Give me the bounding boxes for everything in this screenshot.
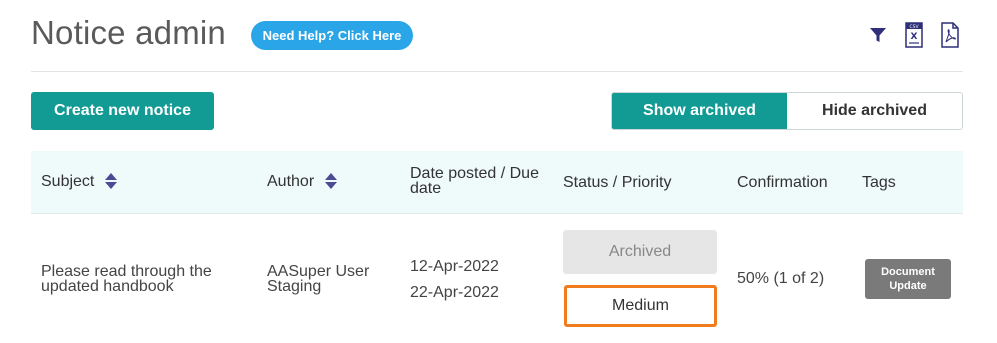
show-archived-button[interactable]: Show archived	[612, 93, 787, 129]
status-badge: Archived	[563, 230, 717, 274]
sort-icon[interactable]	[104, 172, 118, 190]
pdf-export-icon[interactable]	[938, 22, 962, 48]
svg-text:X: X	[911, 32, 918, 42]
confirmation-value: 50% (1 of 2)	[737, 270, 825, 287]
column-label: Author	[267, 173, 315, 191]
column-label: Subject	[41, 173, 95, 191]
header-divider	[31, 71, 963, 72]
table-header: Subject Author Date posted / Due date St…	[31, 151, 963, 214]
page-title: Notice admin	[31, 14, 226, 51]
column-header-confirmation: Confirmation	[737, 174, 828, 191]
date-posted: 12-Apr-2022	[410, 258, 499, 275]
help-button[interactable]: Need Help? Click Here	[251, 21, 413, 50]
due-date: 22-Apr-2022	[410, 284, 499, 301]
archive-toggle: Show archived Hide archived	[611, 92, 963, 130]
tag-badge: Document Update	[865, 259, 951, 299]
hide-archived-button[interactable]: Hide archived	[787, 93, 962, 129]
column-header-tags: Tags	[862, 174, 896, 191]
priority-badge: Medium	[564, 285, 717, 327]
excel-export-icon[interactable]: CSV X	[902, 22, 926, 48]
column-header-date: Date posted / Due date	[410, 165, 539, 197]
create-notice-button[interactable]: Create new notice	[31, 92, 214, 130]
filter-icon[interactable]	[866, 22, 890, 48]
column-header-subject[interactable]: Subject	[41, 173, 118, 191]
export-toolbar: CSV X	[866, 22, 962, 48]
column-header-author[interactable]: Author	[267, 173, 338, 191]
notice-author: AASuper User Staging	[267, 263, 370, 295]
column-header-status: Status / Priority	[563, 174, 672, 191]
notice-subject[interactable]: Please read through the updated handbook	[41, 264, 241, 295]
sort-icon[interactable]	[324, 172, 338, 190]
svg-text:CSV: CSV	[909, 24, 919, 30]
